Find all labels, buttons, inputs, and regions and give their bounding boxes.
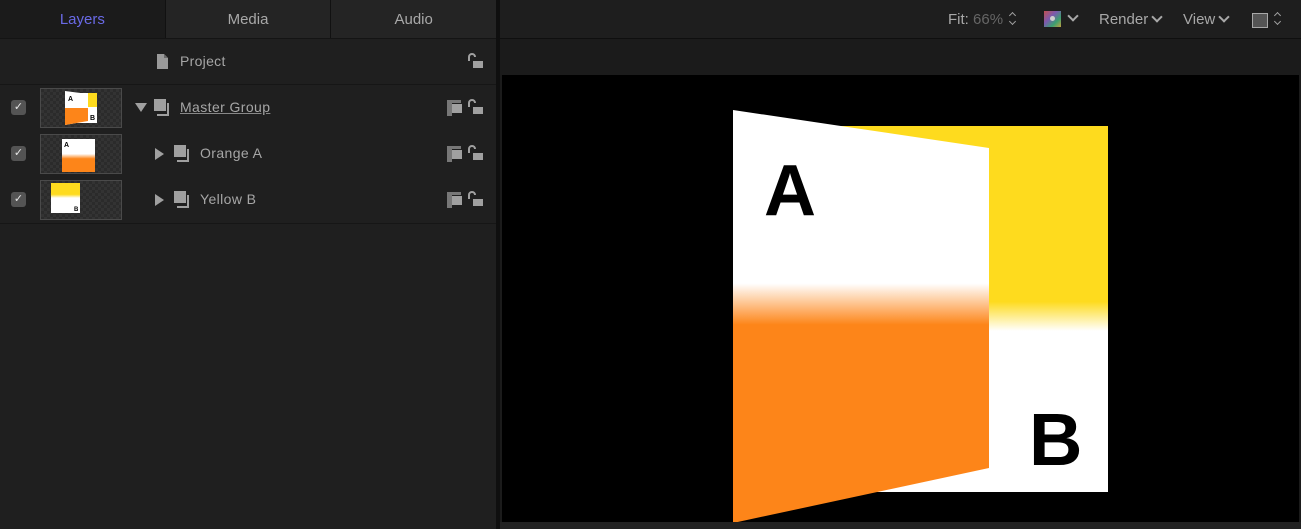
lock-open-icon[interactable]	[466, 99, 484, 115]
blend-mode-icon[interactable]	[447, 100, 463, 116]
fit-value: 66%	[973, 11, 1004, 28]
canvas-toolbar: Fit: 66% Render View	[500, 0, 1301, 39]
svg-text:B: B	[90, 115, 95, 122]
color-channels-icon	[1044, 11, 1061, 28]
layer-name[interactable]: Master Group	[180, 99, 270, 115]
layer-thumbnail: A	[40, 134, 122, 174]
canvas-header-strip	[500, 39, 1301, 75]
canvas-viewer[interactable]: B A	[502, 75, 1299, 522]
chevron-down-icon	[1151, 11, 1163, 23]
chevron-down-icon	[1218, 11, 1230, 23]
panel-tabs: Layers Media Audio	[0, 0, 497, 39]
render-label: Render	[1099, 11, 1149, 28]
viewer-layout-icon	[1252, 12, 1268, 28]
layer-row-orange-a[interactable]: ✓ A Orange A	[0, 131, 496, 178]
viewer-layout-popup[interactable]	[1252, 11, 1282, 28]
layer-thumbnail: A B	[40, 88, 122, 128]
layer-name[interactable]: Orange A	[200, 145, 262, 161]
view-menu[interactable]: View	[1183, 11, 1230, 28]
svg-text:B: B	[74, 207, 79, 213]
tab-media[interactable]: Media	[164, 0, 331, 38]
layer-row-master-group[interactable]: ✓ A B Master Group	[0, 85, 496, 132]
fit-label: Fit:	[948, 11, 969, 28]
layer-enable-checkbox[interactable]: ✓	[11, 192, 26, 207]
group-icon	[154, 99, 169, 116]
project-row[interactable]: Project	[0, 39, 496, 85]
canvas-footer-strip	[500, 522, 1301, 529]
layer-enable-checkbox[interactable]: ✓	[11, 146, 26, 161]
lock-open-icon[interactable]	[466, 53, 484, 69]
disclosure-collapsed-icon[interactable]	[155, 194, 164, 206]
layer-name[interactable]: Yellow B	[200, 191, 256, 207]
chevron-down-icon	[1067, 10, 1079, 22]
tab-layers[interactable]: Layers	[0, 0, 165, 38]
lock-open-icon[interactable]	[466, 145, 484, 161]
disclosure-expanded-icon[interactable]	[135, 103, 147, 112]
render-menu[interactable]: Render	[1099, 11, 1163, 28]
letter-a: A	[764, 151, 816, 231]
group-icon	[174, 145, 189, 162]
blend-mode-icon[interactable]	[447, 146, 463, 162]
svg-text:A: A	[64, 142, 69, 149]
project-label: Project	[180, 53, 226, 69]
disclosure-collapsed-icon[interactable]	[155, 148, 164, 160]
layer-thumbnail: B	[40, 180, 122, 220]
view-label: View	[1183, 11, 1216, 28]
color-channels-popup[interactable]	[1044, 10, 1079, 28]
letter-b: B	[1029, 398, 1082, 481]
svg-text:A: A	[68, 96, 73, 103]
group-icon	[174, 191, 189, 208]
lock-open-icon[interactable]	[466, 191, 484, 207]
fit-zoom-control[interactable]: Fit: 66%	[948, 11, 1017, 28]
document-icon	[157, 54, 168, 69]
tab-audio[interactable]: Audio	[330, 0, 497, 38]
canvas-artwork: B A	[733, 110, 1108, 522]
layers-panel: Layers Media Audio Project ✓ A B Master …	[0, 0, 497, 529]
stepper-icon	[1009, 12, 1017, 25]
layer-enable-checkbox[interactable]: ✓	[11, 100, 26, 115]
layer-row-yellow-b[interactable]: ✓ B Yellow B	[0, 177, 496, 224]
canvas-panel: Fit: 66% Render View B A	[500, 0, 1301, 529]
blend-mode-icon[interactable]	[447, 192, 463, 208]
stepper-icon	[1274, 12, 1282, 25]
